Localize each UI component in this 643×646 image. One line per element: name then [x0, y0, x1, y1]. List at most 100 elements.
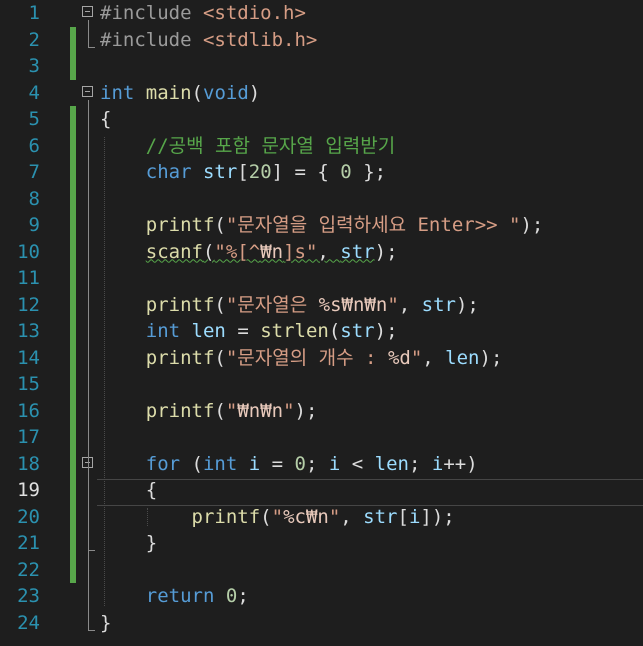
- code-token: #include: [100, 28, 203, 51]
- code-token: );: [374, 240, 398, 263]
- change-indicator: [70, 477, 76, 504]
- code-line[interactable]: 11: [0, 265, 643, 292]
- code-token: 20: [248, 161, 272, 183]
- code-token: str: [202, 161, 238, 183]
- code-token: printf: [191, 505, 261, 528]
- code-text: printf("문자열을 입력하세요 Enter>> ");: [100, 212, 544, 239]
- line-number: 23: [17, 585, 40, 607]
- code-token: 0: [294, 452, 306, 475]
- line-number: 2: [28, 28, 40, 51]
- code-token: return: [145, 585, 215, 607]
- code-token: "%[^: [214, 240, 261, 263]
- code-line[interactable]: 19 {: [0, 477, 643, 504]
- line-number: 21: [17, 532, 40, 554]
- code-line[interactable]: 21 }: [0, 530, 643, 557]
- line-number: 15: [17, 373, 40, 395]
- code-token: );: [520, 214, 544, 236]
- code-line[interactable]: 13 int len = strlen(str);: [0, 318, 643, 345]
- change-indicator: [70, 556, 76, 583]
- outline-bracket-end: [88, 550, 95, 551]
- code-line[interactable]: 8: [0, 185, 643, 212]
- line-number: 9: [28, 214, 40, 236]
- code-token: printf: [145, 399, 215, 422]
- code-token: void: [203, 81, 249, 104]
- change-indicator: [70, 26, 76, 53]
- change-indicator: [70, 159, 76, 186]
- code-line[interactable]: 18 for (int i = 0; i < len; i++): [0, 450, 643, 477]
- code-line[interactable]: 12 printf("문자열은 %s₩n₩n", str);: [0, 291, 643, 319]
- code-token: <: [340, 452, 375, 475]
- collapse-icon[interactable]: [82, 85, 93, 97]
- code-line[interactable]: 15: [0, 371, 643, 398]
- code-token: len: [374, 452, 409, 475]
- code-token: //공백 포함 문자열 입력받기: [145, 134, 396, 157]
- code-text: {: [100, 106, 111, 133]
- code-line[interactable]: 20 printf("%c₩n", str[i]);: [0, 503, 643, 530]
- code-token: (: [214, 399, 226, 422]
- code-text: int main(void): [100, 80, 260, 107]
- change-indicator: [70, 212, 76, 239]
- code-token: ] = {: [271, 161, 341, 183]
- change-indicator: [70, 424, 76, 451]
- code-token: printf: [145, 214, 215, 236]
- code-token: (: [214, 214, 226, 236]
- line-number: 20: [17, 505, 40, 528]
- code-token: i: [248, 452, 261, 475]
- change-indicator: [70, 53, 76, 80]
- code-text: printf("문자열은 %s₩n₩n", str);: [100, 292, 479, 319]
- change-indicator: [70, 185, 76, 212]
- line-number: 22: [17, 558, 40, 581]
- code-line[interactable]: 7 char str[20] = { 0 };: [0, 159, 643, 186]
- code-line[interactable]: 6 //공백 포함 문자열 입력받기: [0, 132, 643, 159]
- code-token: for: [145, 452, 181, 475]
- code-line[interactable]: 16 printf("₩n₩n");: [0, 397, 643, 424]
- line-number: 16: [17, 399, 40, 422]
- line-number: 10: [17, 240, 40, 263]
- code-token: );: [294, 399, 318, 422]
- code-token: #include: [100, 2, 203, 24]
- code-token: "문자열을 입력하세요 Enter>> ": [225, 214, 521, 236]
- code-line[interactable]: 9 printf("문자열을 입력하세요 Enter>> ");: [0, 212, 643, 239]
- change-indicator: [70, 344, 76, 371]
- code-token: len: [191, 320, 226, 342]
- code-line[interactable]: 5{: [0, 106, 643, 133]
- code-line[interactable]: 1 #include <stdio.h>: [0, 0, 643, 27]
- collapse-icon[interactable]: [82, 6, 93, 17]
- line-number: 11: [17, 267, 40, 289]
- code-token: ": [225, 399, 238, 422]
- code-line[interactable]: 4 int main(void): [0, 80, 643, 107]
- code-text: }: [100, 530, 157, 557]
- code-token: strlen: [260, 320, 329, 342]
- code-text: printf("문자열의 개수 : %d", len);: [100, 345, 503, 372]
- code-line[interactable]: 14 printf("문자열의 개수 : %d", len);: [0, 344, 643, 372]
- code-token: {: [100, 108, 112, 130]
- code-token: printf: [145, 293, 215, 316]
- code-token: int: [145, 320, 181, 342]
- code-line[interactable]: 10 scanf("%[^₩n]s", str);: [0, 238, 643, 265]
- code-token: ,: [340, 505, 364, 528]
- code-token: (: [214, 346, 226, 369]
- change-indicator: [70, 238, 76, 265]
- line-number: 18: [17, 452, 40, 475]
- code-token: 0: [340, 161, 352, 183]
- code-line[interactable]: 23 return 0;: [0, 583, 643, 610]
- code-line[interactable]: 3: [0, 53, 643, 80]
- code-line[interactable]: 2 #include <stdlib.h>: [0, 26, 643, 53]
- code-line[interactable]: 17: [0, 424, 643, 451]
- outline-bracket-end: [88, 629, 95, 631]
- code-line[interactable]: 24}: [0, 610, 643, 637]
- code-token: main: [145, 81, 192, 104]
- code-token: printf: [145, 346, 215, 369]
- code-token: ": [410, 346, 423, 369]
- outline-bracket: [88, 470, 89, 550]
- code-line[interactable]: 22: [0, 556, 643, 583]
- change-indicator: [70, 530, 76, 557]
- code-token: ": [387, 293, 399, 316]
- code-editor[interactable]: 1 #include <stdio.h> 2 #include <stdlib.h> 3…: [0, 0, 643, 646]
